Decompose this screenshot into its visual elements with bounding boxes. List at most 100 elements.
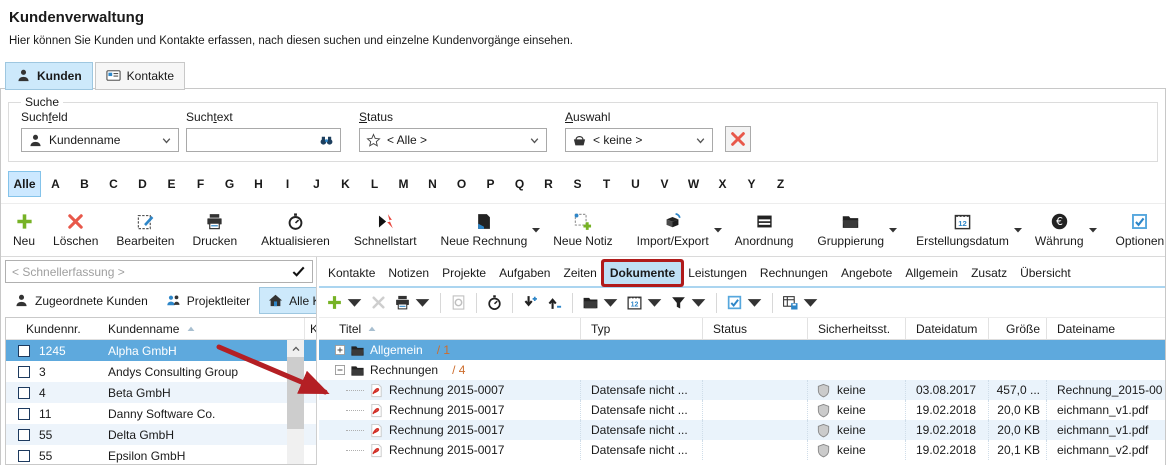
alphabet-filter-w[interactable]: W (679, 171, 708, 197)
column-header-titel[interactable]: Titel (319, 318, 581, 339)
dropdown-arrow-icon[interactable] (1013, 225, 1023, 235)
tree-expand-icon[interactable] (335, 345, 345, 355)
detail-tab-bersicht[interactable]: Übersicht (1014, 262, 1077, 284)
alphabet-filter-r[interactable]: R (534, 171, 563, 197)
alphabet-filter-p[interactable]: P (476, 171, 505, 197)
column-header-groesse[interactable]: Größe (989, 318, 1047, 339)
dropdown-arrow-icon[interactable] (346, 294, 363, 311)
dropdown-arrow-icon[interactable] (531, 225, 541, 235)
toolbar-button-import-export[interactable]: Import/Export (628, 210, 718, 250)
doc-toolbar-check-in-button[interactable] (520, 292, 541, 313)
customer-view-tab-zugeordnete-kunden[interactable]: Zugeordnete Kunden (5, 287, 157, 314)
alphabet-filter-d[interactable]: D (128, 171, 157, 197)
alphabet-filter-t[interactable]: T (592, 171, 621, 197)
doc-toolbar-folder-button[interactable] (580, 292, 621, 313)
toolbar-button-w-hrung[interactable]: € Währung (1026, 210, 1093, 250)
document-row[interactable]: Rechnung 2015-0017 Datensafe nicht ... k… (319, 440, 1165, 460)
customer-scrollbar[interactable] (287, 340, 304, 464)
row-checkbox[interactable] (18, 450, 30, 462)
alphabet-filter-q[interactable]: Q (505, 171, 534, 197)
toolbar-button-neu[interactable]: Neu (4, 210, 44, 250)
column-header-kundennr[interactable]: Kundennr. (6, 322, 108, 336)
detail-tab-leistungen[interactable]: Leistungen (682, 262, 753, 284)
quick-entry-input[interactable]: < Schnellerfassung > (5, 260, 313, 283)
toolbar-button-erstellungsdatum[interactable]: 12 Erstellungsdatum (907, 210, 1018, 250)
doc-toolbar-filter-button[interactable] (668, 292, 709, 313)
customer-row[interactable]: 3 Andys Consulting Group (6, 361, 316, 382)
dropdown-arrow-icon[interactable] (888, 225, 898, 235)
dropdown-arrow-icon[interactable] (690, 294, 707, 311)
customer-view-tab-projektleiter[interactable]: Projektleiter (157, 287, 259, 314)
alphabet-filter-h[interactable]: H (244, 171, 273, 197)
alphabet-filter-n[interactable]: N (418, 171, 447, 197)
document-row[interactable]: Rechnung 2015-0017 Datensafe nicht ... k… (319, 420, 1165, 440)
detail-tab-kontakte[interactable]: Kontakte (322, 262, 381, 284)
auswahl-select[interactable]: < keine > (565, 128, 713, 152)
row-checkbox[interactable] (18, 429, 30, 441)
toolbar-button-neue-notiz[interactable]: Neue Notiz (544, 210, 621, 250)
customer-row[interactable]: 1245 Alpha GmbH (6, 340, 316, 361)
detail-tab-projekte[interactable]: Projekte (436, 262, 492, 284)
dropdown-arrow-icon[interactable] (1088, 225, 1098, 235)
detail-tab-aufgaben[interactable]: Aufgaben (493, 262, 556, 284)
detail-tab-rechnungen[interactable]: Rechnungen (754, 262, 834, 284)
scrollbar-thumb[interactable] (287, 357, 304, 429)
row-checkbox[interactable] (18, 366, 30, 378)
toolbar-button-gruppierung[interactable]: Gruppierung (808, 210, 893, 250)
document-row[interactable]: Rechnung 2015-0007 Datensafe nicht ... k… (319, 380, 1165, 400)
tree-expand-icon[interactable] (335, 365, 345, 375)
dropdown-arrow-icon[interactable] (746, 294, 763, 311)
detail-tab-notizen[interactable]: Notizen (382, 262, 435, 284)
main-tab-kunden[interactable]: Kunden (5, 62, 93, 90)
alphabet-filter-z[interactable]: Z (766, 171, 795, 197)
dropdown-arrow-icon[interactable] (802, 294, 819, 311)
status-select[interactable]: < Alle > (359, 128, 547, 152)
dropdown-arrow-icon[interactable] (646, 294, 663, 311)
suchfeld-select[interactable]: Kundenname (21, 128, 179, 152)
folder-row-allgemein[interactable]: Allgemein / 1 (319, 340, 1165, 360)
toolbar-button-aktualisieren[interactable]: Aktualisieren (252, 210, 339, 250)
dropdown-arrow-icon[interactable] (414, 294, 431, 311)
alphabet-filter-l[interactable]: L (360, 171, 389, 197)
doc-toolbar-date-button[interactable]: 12 (624, 292, 665, 313)
suchtext-input[interactable] (193, 133, 313, 147)
alphabet-filter-v[interactable]: V (650, 171, 679, 197)
detail-tab-zeiten[interactable]: Zeiten (557, 262, 602, 284)
toolbar-button-l-schen[interactable]: Löschen (44, 210, 107, 250)
alphabet-filter-k[interactable]: K (331, 171, 360, 197)
doc-toolbar-export-button[interactable] (780, 292, 821, 313)
doc-toolbar-add-button[interactable] (324, 292, 365, 313)
alphabet-filter-c[interactable]: C (99, 171, 128, 197)
column-header-status[interactable]: Status (703, 318, 808, 339)
alphabet-filter-x[interactable]: X (708, 171, 737, 197)
detail-tab-dokumente[interactable]: Dokumente (604, 262, 681, 284)
column-header-sicherheitsst[interactable]: Sicherheitsst. (808, 318, 906, 339)
folder-row-rechnungen[interactable]: Rechnungen / 4 (319, 360, 1165, 380)
detail-tab-angebote[interactable]: Angebote (835, 262, 898, 284)
toolbar-button-optionen[interactable]: Optionen (1107, 210, 1166, 250)
alphabet-filter-u[interactable]: U (621, 171, 650, 197)
customer-row[interactable]: 4 Beta GmbH (6, 382, 316, 403)
column-header-kundenname[interactable]: Kundenname (108, 322, 304, 336)
alphabet-filter-a[interactable]: A (41, 171, 70, 197)
main-tab-kontakte[interactable]: Kontakte (95, 62, 185, 90)
toolbar-button-anordnung[interactable]: Anordnung (726, 210, 803, 250)
row-checkbox[interactable] (18, 345, 30, 357)
toolbar-button-schnellstart[interactable]: Schnellstart (345, 210, 426, 250)
document-row[interactable]: Rechnung 2015-0017 Datensafe nicht ... k… (319, 400, 1165, 420)
doc-toolbar-options-button[interactable] (724, 292, 765, 313)
alphabet-filter-b[interactable]: B (70, 171, 99, 197)
toolbar-button-drucken[interactable]: Drucken (183, 210, 246, 250)
alphabet-filter-alle[interactable]: Alle (8, 171, 41, 197)
alphabet-filter-s[interactable]: S (563, 171, 592, 197)
doc-toolbar-print-button[interactable] (392, 292, 433, 313)
column-header-k[interactable]: K (304, 318, 316, 339)
alphabet-filter-m[interactable]: M (389, 171, 418, 197)
customer-row[interactable]: 55 Delta GmbH (6, 424, 316, 445)
customer-row[interactable]: 55 Epsilon GmbH (6, 445, 316, 465)
alphabet-filter-g[interactable]: G (215, 171, 244, 197)
doc-toolbar-refresh-button[interactable] (484, 292, 505, 313)
detail-tab-allgemein[interactable]: Allgemein (899, 262, 964, 284)
dropdown-arrow-icon[interactable] (602, 294, 619, 311)
alphabet-filter-j[interactable]: J (302, 171, 331, 197)
